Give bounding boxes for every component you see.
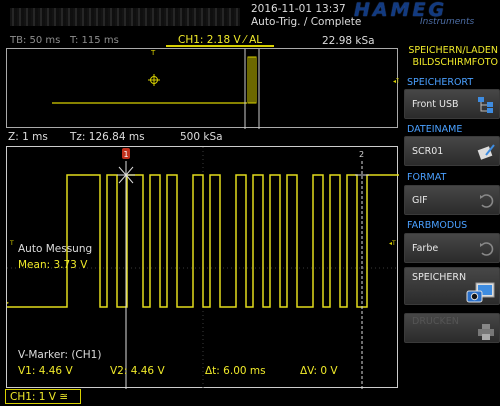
dateiname-label: DATEINAME	[407, 124, 463, 135]
speichern-label: SPEICHERN	[412, 272, 467, 283]
logo-subtitle: Instruments	[420, 17, 475, 27]
overview-window[interactable]: T ◂T	[6, 48, 400, 129]
panel-title: SPEICHERN/LADEN	[408, 45, 498, 56]
rotate-knob-icon	[480, 194, 494, 208]
svg-text:2: 2	[359, 150, 364, 159]
svg-text:◂T: ◂T	[393, 78, 399, 85]
format-value: GIF	[412, 195, 428, 206]
auto-measure-title: Auto Messung	[18, 243, 93, 255]
svg-text:◂T: ◂T	[389, 240, 396, 247]
marker-1-flag-icon: 1	[122, 148, 130, 159]
save-load-panel: SPEICHERN/LADEN BILDSCHIRMFOTO SPEICHERO…	[402, 38, 500, 406]
rotate-knob-icon	[480, 242, 494, 256]
panel-subtitle: BILDSCHIRMFOTO	[412, 57, 498, 68]
dateiname-value: SCR01	[412, 146, 444, 157]
speichern-button[interactable]: SPEICHERN	[404, 267, 500, 305]
time-offset-label: T: 115 ms	[70, 35, 119, 46]
timebase-label: TB: 50 ms	[10, 35, 61, 46]
svg-text:T: T	[150, 49, 156, 57]
overview-plot: T ◂T	[52, 49, 400, 129]
marker-delta-v: ΔV: 0 V	[300, 365, 338, 377]
usb-tree-icon	[478, 97, 493, 113]
channel-trigger-badge[interactable]: CH1: 2.18 V ⁄ AL	[166, 33, 274, 47]
channel-trigger-text: CH1: 2.18 V ⁄ AL	[178, 34, 263, 46]
marker-delta-t: Δt: 6.00 ms	[205, 365, 266, 377]
format-button[interactable]: GIF	[404, 185, 500, 215]
farbmodus-value: Farbe	[412, 243, 439, 254]
mean-value: Mean: 3.73 V	[18, 259, 88, 271]
datetime: 2016-11-01 13:37	[251, 3, 346, 15]
speicherort-value: Front USB	[412, 99, 459, 110]
hameg-logo: HAMEG	[354, 0, 448, 21]
trigger-crosshair-icon	[148, 74, 160, 86]
zoom-timebase: Z: 1 ms	[8, 131, 48, 143]
camera-screenshot-icon	[466, 282, 495, 303]
zoom-samplerate: 500 kSa	[180, 131, 223, 143]
edit-filename-icon	[477, 144, 495, 160]
marker-2-flag-icon: 2	[359, 150, 364, 159]
marker-v1: V1: 4.46 V	[18, 365, 73, 377]
format-label: FORMAT	[407, 172, 447, 183]
overview-samplerate: 22.98 kSa	[322, 35, 375, 47]
vmarker-title: V-Marker: (CH1)	[18, 349, 102, 361]
svg-text:1: 1	[124, 150, 129, 159]
channel-badge-text: CH1: 1 V ≅	[10, 391, 69, 403]
svg-text:T: T	[9, 240, 14, 247]
speicherort-label: SPEICHERORT	[407, 77, 474, 88]
trigger-status: Auto-Trig. / Complete	[251, 16, 362, 28]
zoom-time-offset: Tz: 126.84 ms	[70, 131, 145, 143]
marker-v2: V2: 4.46 V	[110, 365, 165, 377]
channel-badge[interactable]: CH1: 1 V ≅	[5, 389, 81, 404]
printer-icon	[478, 324, 494, 340]
redacted-area	[10, 8, 240, 26]
speicherort-button[interactable]: Front USB	[404, 89, 500, 119]
svg-text:▸: ▸	[7, 298, 9, 307]
drucken-button[interactable]: DRUCKEN	[404, 313, 500, 343]
farbmodus-label: FARBMODUS	[407, 220, 468, 231]
farbmodus-button[interactable]: Farbe	[404, 233, 500, 263]
drucken-label: DRUCKEN	[412, 316, 459, 327]
dateiname-button[interactable]: SCR01	[404, 136, 500, 166]
